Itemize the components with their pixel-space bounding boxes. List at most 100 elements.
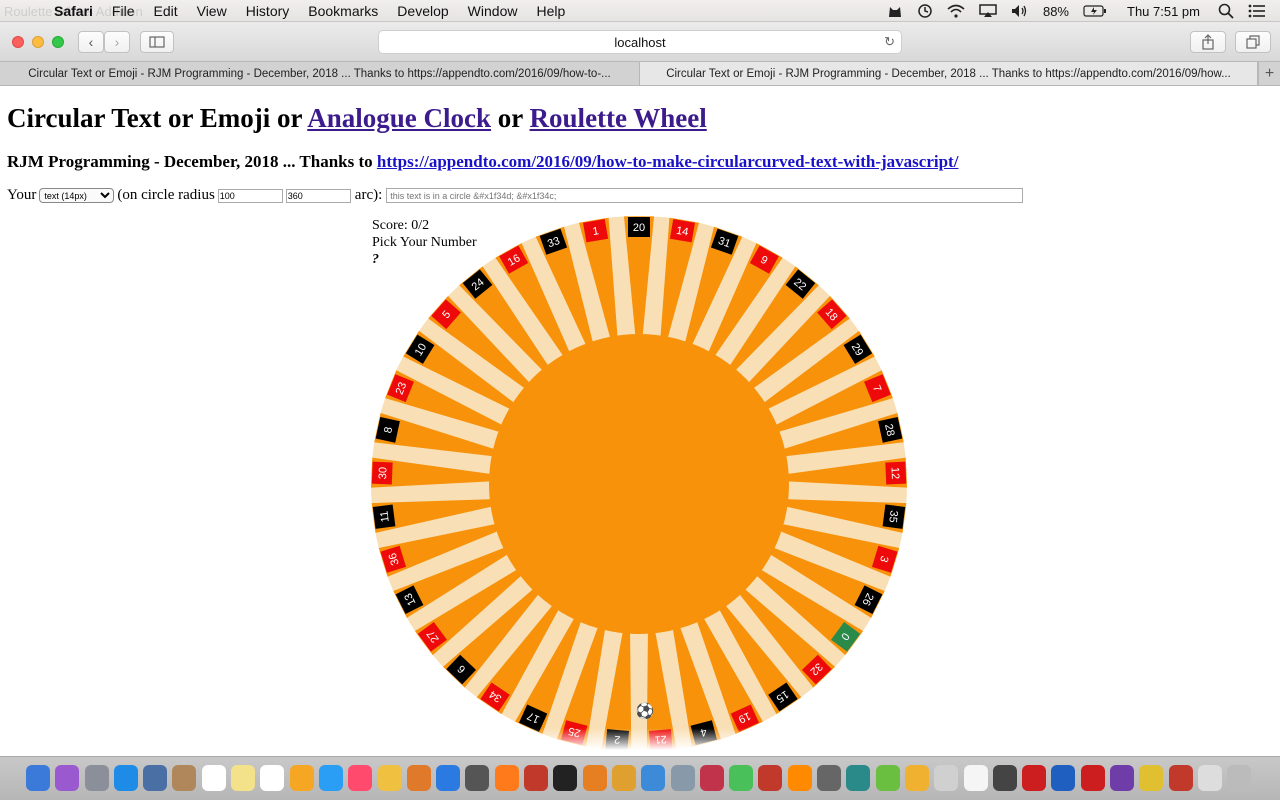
- arc-label: arc):: [354, 187, 383, 203]
- back-button[interactable]: ‹: [78, 31, 104, 53]
- chevron-right-icon: ›: [114, 34, 120, 50]
- dock-app-icon[interactable]: [758, 765, 783, 791]
- notification-center-icon[interactable]: [1248, 4, 1266, 18]
- arc-text-input[interactable]: [386, 188, 1024, 203]
- share-button[interactable]: [1190, 31, 1226, 53]
- dock-app-icon[interactable]: [963, 765, 988, 791]
- dock-app-icon[interactable]: [846, 765, 871, 791]
- dock-app-icon[interactable]: [26, 765, 50, 791]
- arc-degrees-input[interactable]: [285, 188, 351, 203]
- wifi-icon[interactable]: [947, 4, 965, 18]
- dock-app-icon[interactable]: [318, 765, 343, 791]
- dock-app-icon[interactable]: [113, 765, 138, 791]
- dock-app-icon[interactable]: [699, 765, 724, 791]
- wheel-pocket-11[interactable]: 11: [372, 504, 396, 529]
- dock-app-icon[interactable]: [260, 765, 285, 791]
- wheel-pocket-1[interactable]: 1: [583, 218, 609, 243]
- dock-app-icon[interactable]: [582, 765, 607, 791]
- pocket-number: 35: [886, 510, 899, 524]
- url-text: localhost: [614, 34, 666, 50]
- dock-app-icon[interactable]: [1080, 765, 1105, 791]
- menu-view[interactable]: View: [197, 3, 227, 19]
- dock-app-icon[interactable]: [934, 765, 959, 791]
- roulette-wheel-link[interactable]: Roulette Wheel: [530, 103, 707, 133]
- wheel-pocket-30[interactable]: 30: [371, 461, 393, 485]
- roulette-wheel[interactable]: 2014319221829728123532603215194212251734…: [371, 216, 907, 750]
- text-type-select[interactable]: text (14px): [39, 188, 115, 203]
- reload-icon[interactable]: ↻: [884, 34, 895, 50]
- dock-app-icon[interactable]: [875, 765, 900, 791]
- dock-app-icon[interactable]: [729, 765, 754, 791]
- dock-app-icon[interactable]: [1168, 765, 1193, 791]
- cat-icon[interactable]: [887, 4, 903, 18]
- search-icon[interactable]: [1218, 3, 1234, 19]
- airplay-icon[interactable]: [979, 4, 997, 18]
- menu-help[interactable]: Help: [536, 3, 565, 19]
- dock-app-icon[interactable]: [1051, 765, 1076, 791]
- dock-app-icon[interactable]: [553, 765, 578, 791]
- dock-app-icon[interactable]: [524, 765, 549, 791]
- tab-overview-button[interactable]: [1235, 31, 1271, 53]
- menu-bookmarks[interactable]: Bookmarks: [308, 3, 378, 19]
- dock-app-icon[interactable]: [84, 765, 109, 791]
- appendto-link[interactable]: https://appendto.com/2016/09/how-to-make…: [377, 152, 959, 171]
- dock-app-icon[interactable]: [1109, 765, 1134, 791]
- time-machine-icon[interactable]: [917, 3, 933, 19]
- dock-app-icon[interactable]: [348, 765, 373, 791]
- dock-app-icon[interactable]: [670, 765, 695, 791]
- dock-app-icon[interactable]: [992, 765, 1017, 791]
- wheel-pocket-12[interactable]: 12: [885, 461, 907, 485]
- score-text: Score: 0/2: [372, 218, 430, 233]
- address-bar[interactable]: localhost ↻: [378, 30, 902, 54]
- wheel-pocket-14[interactable]: 14: [669, 218, 695, 243]
- dock-app-icon[interactable]: [377, 765, 402, 791]
- battery-icon[interactable]: [1083, 5, 1107, 17]
- dock-app-icon[interactable]: [1139, 765, 1164, 791]
- menubar-clock[interactable]: Thu 7:51 pm: [1127, 4, 1200, 19]
- new-tab-button[interactable]: +: [1258, 62, 1280, 85]
- dock-app-icon[interactable]: [1197, 765, 1222, 791]
- roulette-wheel-svg[interactable]: 2014319221829728123532603215194212251734…: [371, 216, 907, 750]
- dock-app-icon[interactable]: [641, 765, 666, 791]
- minimize-window-button[interactable]: [32, 36, 44, 48]
- wheel-pocket-20[interactable]: 20: [628, 217, 650, 237]
- plus-icon: +: [1264, 64, 1275, 82]
- subtitle-prefix: RJM Programming - December, 2018 ... Tha…: [7, 152, 377, 171]
- dock-app-icon[interactable]: [289, 765, 314, 791]
- dock-app-icon[interactable]: [494, 765, 519, 791]
- menu-window[interactable]: Window: [468, 3, 518, 19]
- tab-1[interactable]: Circular Text or Emoji - RJM Programming…: [0, 62, 640, 85]
- volume-icon[interactable]: [1011, 4, 1029, 18]
- dock-app-icon[interactable]: [1022, 765, 1047, 791]
- menu-file[interactable]: File: [112, 3, 135, 19]
- menu-app-safari[interactable]: Safari: [54, 3, 93, 19]
- close-window-button[interactable]: [12, 36, 24, 48]
- dock-app-icon[interactable]: [55, 765, 80, 791]
- title-or: or: [491, 103, 530, 133]
- wheel-pocket-35[interactable]: 35: [882, 504, 906, 529]
- sidebar-toggle-button[interactable]: [140, 31, 174, 53]
- pocket-number: 12: [889, 467, 902, 480]
- zoom-window-button[interactable]: [52, 36, 64, 48]
- menu-history[interactable]: History: [246, 3, 290, 19]
- dock-app-icon[interactable]: [201, 765, 226, 791]
- dock-app-icon[interactable]: [611, 765, 636, 791]
- dock-app-icon[interactable]: [231, 765, 256, 791]
- dock-app-icon[interactable]: [1227, 765, 1252, 791]
- dock-app-icon[interactable]: [406, 765, 431, 791]
- forward-button[interactable]: ›: [104, 31, 130, 53]
- dock-app-icon[interactable]: [436, 765, 461, 791]
- dock-app-icon[interactable]: [787, 765, 812, 791]
- dock-app-icon[interactable]: [465, 765, 490, 791]
- analogue-clock-link[interactable]: Analogue Clock: [307, 103, 491, 133]
- dock-app-icon[interactable]: [817, 765, 842, 791]
- dock-app-icon[interactable]: [904, 765, 929, 791]
- battery-percent[interactable]: 88%: [1043, 4, 1069, 19]
- menu-develop[interactable]: Develop: [397, 3, 448, 19]
- menu-edit[interactable]: Edit: [153, 3, 177, 19]
- tab-2-active[interactable]: Circular Text or Emoji - RJM Programming…: [640, 62, 1258, 85]
- dock-icons: [26, 765, 1256, 791]
- dock-app-icon[interactable]: [172, 765, 197, 791]
- dock-app-icon[interactable]: [143, 765, 168, 791]
- radius-input[interactable]: [217, 188, 283, 203]
